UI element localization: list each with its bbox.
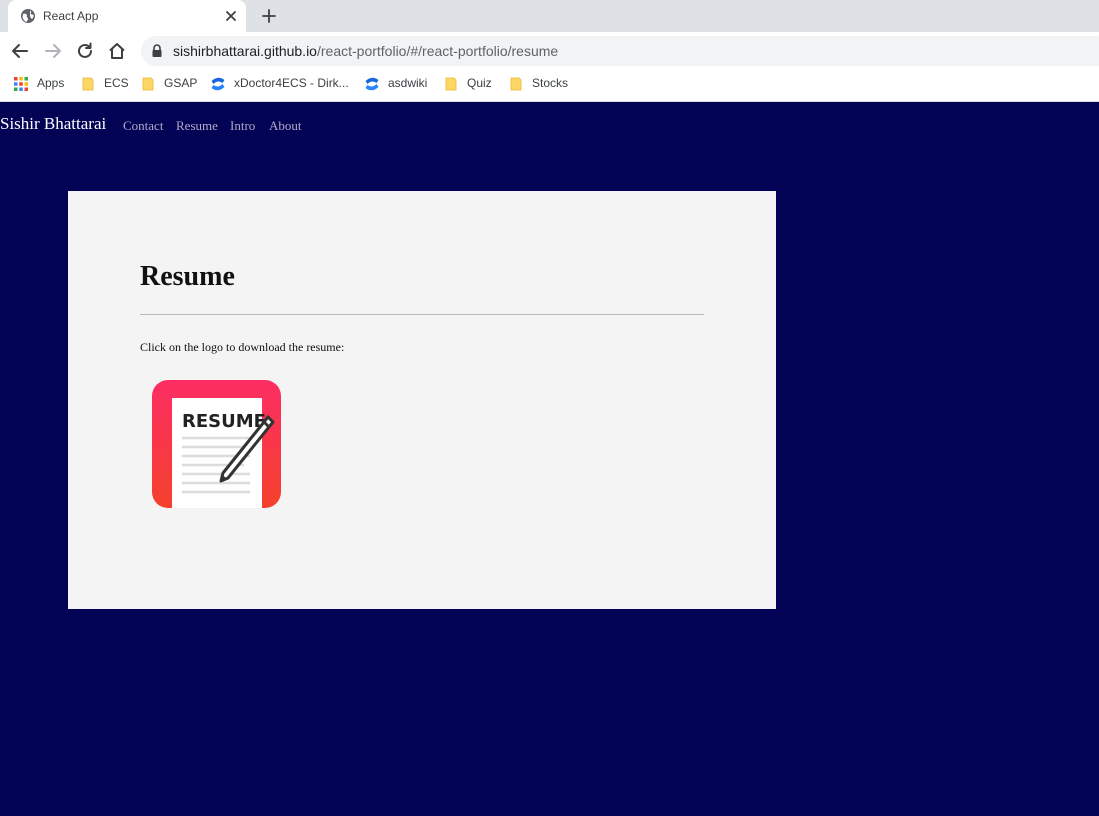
home-icon[interactable]	[107, 41, 127, 61]
bookmark-label: asdwiki	[388, 76, 428, 90]
site-brand[interactable]: Sishir Bhattarai	[0, 114, 106, 134]
address-bar[interactable]: sishirbhattarai.github.io/react-portfoli…	[141, 36, 1099, 66]
folder-icon	[510, 77, 522, 91]
tab-title: React App	[43, 9, 99, 23]
confluence-icon	[365, 77, 379, 91]
confluence-icon	[211, 77, 225, 91]
nav-link-contact[interactable]: Contact	[123, 118, 163, 134]
bookmark-label: xDoctor4ECS - Dirk...	[234, 76, 349, 90]
new-tab-plus-icon[interactable]	[260, 7, 278, 25]
forward-arrow-icon[interactable]	[43, 41, 63, 61]
page-title: Resume	[140, 261, 235, 292]
nav-link-intro[interactable]: Intro	[230, 118, 255, 134]
url-text: sishirbhattarai.github.io/react-portfoli…	[173, 43, 558, 59]
nav-link-about[interactable]: About	[269, 118, 302, 134]
bookmark-label: Quiz	[467, 76, 492, 90]
resume-download-logo[interactable]: RESUME	[152, 380, 281, 508]
resume-logo-icon: RESUME	[152, 380, 281, 508]
reload-icon[interactable]	[75, 41, 95, 61]
lock-icon	[152, 44, 162, 57]
resume-card: Resume Click on the logo to download the…	[68, 191, 776, 609]
back-arrow-icon[interactable]	[10, 41, 30, 61]
bookmarks-bar: Apps ECS GSAP xDoctor4ECS - Dirk... asdw…	[0, 70, 1099, 102]
divider	[140, 314, 704, 315]
bookmark-label: Stocks	[532, 76, 569, 90]
logo-text: RESUME	[182, 411, 266, 432]
download-instruction: Click on the logo to download the resume…	[140, 340, 345, 354]
apps-grid-icon	[14, 77, 28, 91]
bookmark-label: Apps	[37, 76, 65, 90]
folder-icon	[82, 77, 94, 91]
url-host: sishirbhattarai.github.io	[173, 43, 317, 59]
nav-link-resume[interactable]: Resume	[176, 118, 218, 134]
globe-icon	[21, 9, 35, 23]
tab-strip: React App	[0, 0, 1099, 32]
folder-icon	[445, 77, 457, 91]
bookmark-label: ECS	[104, 76, 129, 90]
browser-toolbar: sishirbhattarai.github.io/react-portfoli…	[0, 32, 1099, 70]
bookmark-label: GSAP	[164, 76, 198, 90]
folder-icon	[142, 77, 154, 91]
browser-tab[interactable]: React App	[8, 0, 246, 32]
close-icon[interactable]	[223, 8, 239, 24]
site-navbar	[0, 102, 1099, 150]
url-path: /react-portfolio/#/react-portfolio/resum…	[316, 43, 559, 59]
